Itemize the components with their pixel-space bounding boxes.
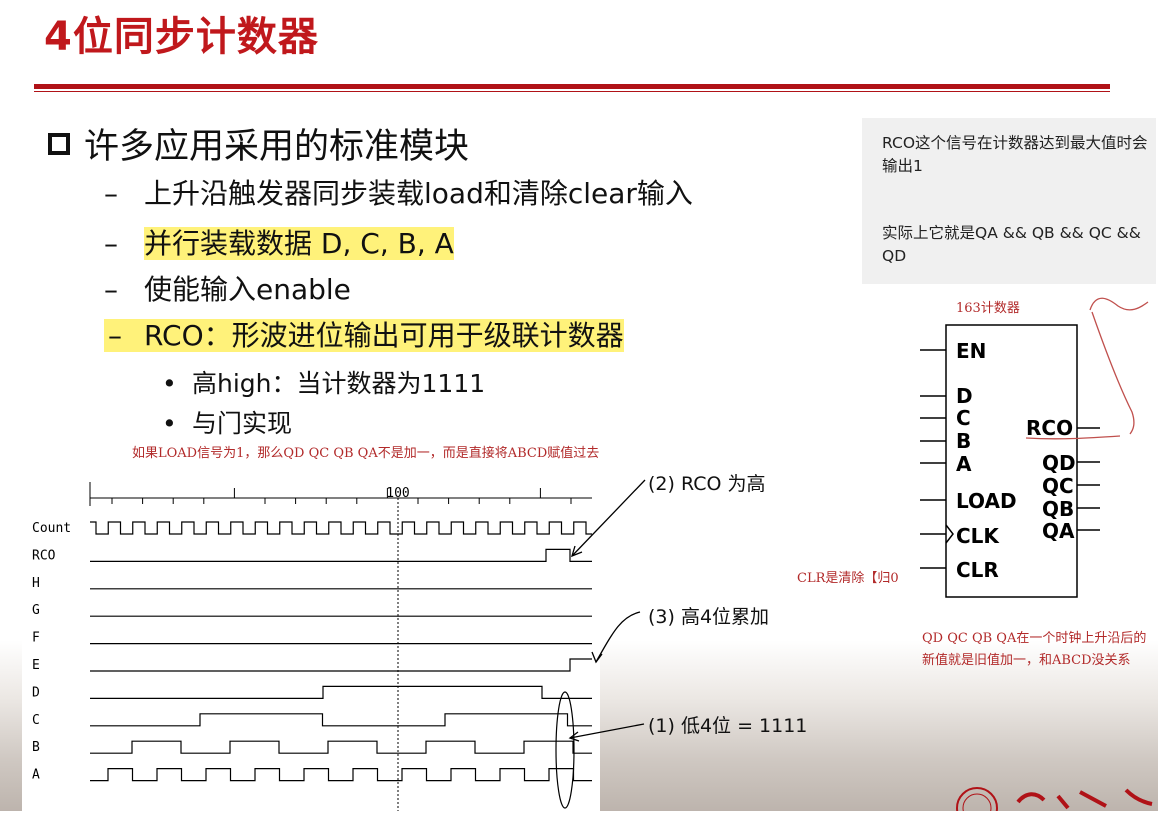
pin-qb: QB (1042, 497, 1074, 521)
slide-title: 4位同步计数器 (44, 14, 319, 60)
university-logo (956, 787, 1153, 811)
pin-load: LOAD (956, 489, 1017, 513)
signal-name-rco: RCO (32, 548, 56, 563)
signal-name-b: B (32, 740, 40, 755)
title-rule-thin (34, 91, 1110, 92)
handdrawn-bracket (1091, 311, 1135, 435)
signal-name-f: F (32, 631, 40, 646)
sub-bullet-enable: – 使能输入enable (104, 273, 351, 306)
title-rule (34, 84, 1110, 89)
signal-name-e: E (32, 658, 40, 673)
pin-b: B (956, 429, 971, 453)
annotation-arrows (568, 479, 646, 742)
signal-name-c: C (32, 713, 40, 728)
wave-b (90, 740, 592, 754)
pin-clk: CLK (956, 524, 1000, 548)
wave-d (90, 685, 592, 699)
subsub-bullet-high: • 高high：当计数器为1111 (162, 369, 486, 398)
sub-bullet-parallel-load: – 并行装载数据 D, C, B, A (104, 227, 454, 260)
subsub-bullet-and-gate: • 与门实现 (162, 409, 293, 438)
chat-panel: RCO这个信号在计数器达到最大值时会输出1 实际上它就是QA && QB && … (862, 118, 1156, 284)
handdrawn-arc (1089, 297, 1149, 311)
main-bullet: 许多应用采用的标准模块 (48, 118, 469, 169)
pin-a: A (956, 452, 972, 476)
wave-e (90, 658, 592, 672)
wave-c (90, 713, 592, 727)
load-note: 如果LOAD信号为1，那么QD QC QB QA不是加一，而是直接将ABCD赋值… (132, 446, 600, 461)
waveforms (90, 521, 592, 782)
pin-clr: CLR (956, 558, 999, 582)
signal-name-d: D (32, 685, 40, 700)
signal-name-a: A (32, 768, 40, 783)
chat-message-2: 实际上它就是QA && QB && QC && QD (882, 224, 1141, 265)
sub-bullet-rco: – RCO：形波进位输出可用于级联计数器 (104, 314, 624, 354)
pin-rco: RCO (1026, 416, 1073, 440)
wave-count (90, 521, 592, 535)
wave-a (90, 768, 592, 782)
annotation-upper-accum: (3) 高4位累加 (648, 606, 770, 628)
chat-message-1: RCO这个信号在计数器达到最大值时会输出1 (882, 134, 1148, 175)
signal-name-g: G (32, 603, 40, 618)
square-bullet-icon (48, 133, 70, 155)
annotation-lower-1111: (1) 低4位 = 1111 (648, 715, 808, 737)
signal-name-count: Count (32, 521, 71, 536)
signal-name-h: H (32, 576, 40, 591)
annotation-rco-high: (2) RCO 为高 (648, 473, 766, 495)
timing-diagram: 100 Count RCO H G F E D C B A (22, 468, 600, 811)
pin-d: D (956, 384, 973, 408)
wave-rco (90, 548, 592, 563)
pin-qd: QD (1042, 451, 1076, 475)
time-ticks (89, 482, 572, 506)
timing-svg: 100 CountRCOHGFEDCBA (32, 482, 592, 811)
pin-en: EN (956, 339, 986, 363)
pin-c: C (956, 406, 971, 430)
clr-note: CLR是清除【归0 (797, 571, 899, 586)
q-note: QD QC QB QA在一个时钟上升沿后的新值就是旧值加一，和ABCD没关系 (922, 631, 1147, 668)
sub-bullet-load-clear: – 上升沿触发器同步装载load和清除clear输入 (104, 177, 693, 210)
pin-qa: QA (1042, 519, 1075, 543)
pin-qc: QC (1042, 474, 1074, 498)
counter-caption: 163计数器 (956, 301, 1020, 316)
